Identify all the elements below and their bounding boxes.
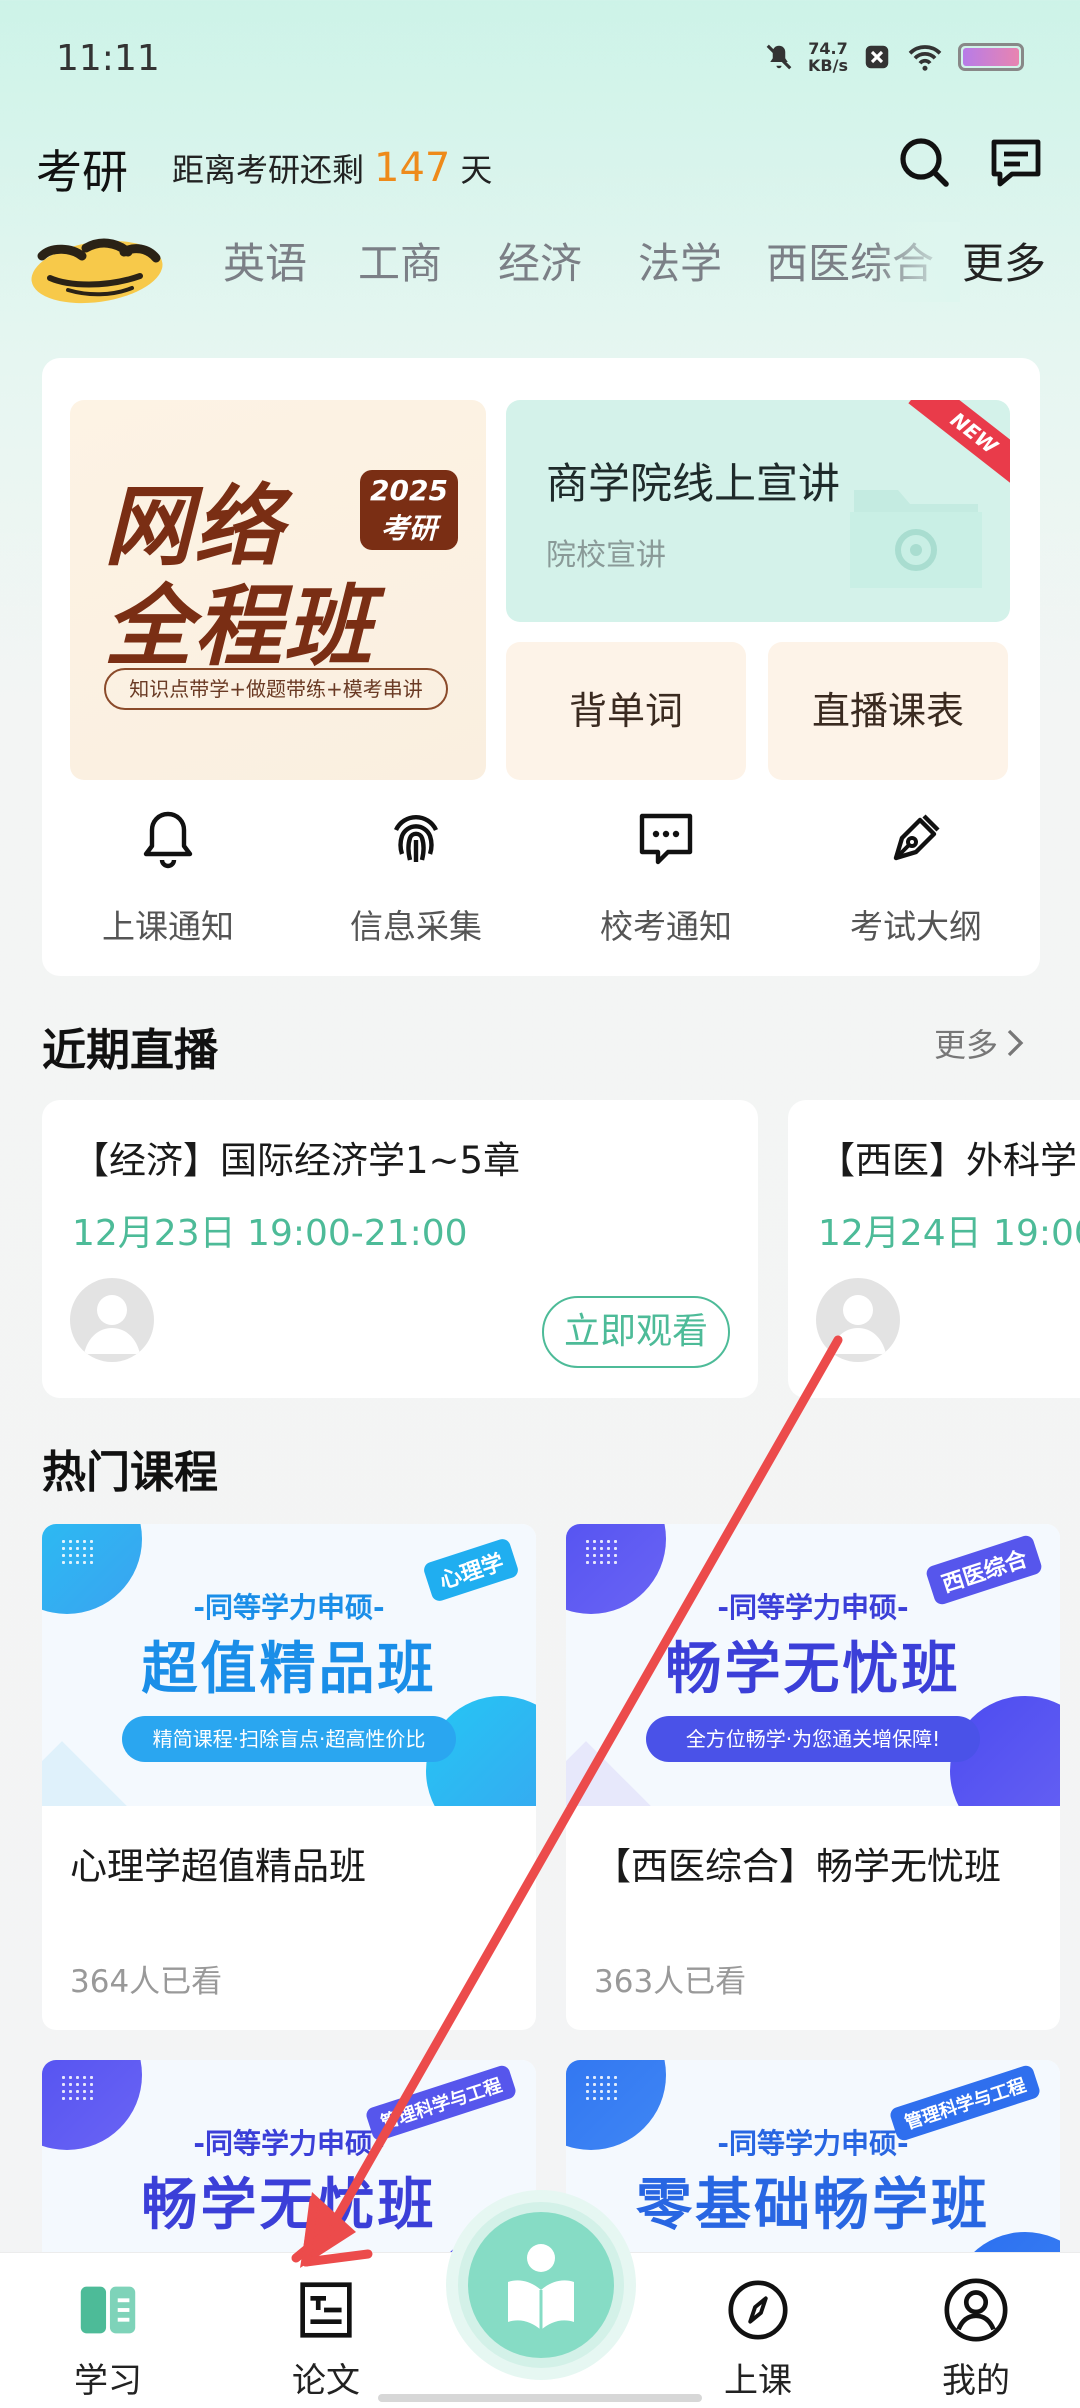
- live-card[interactable]: 【西医】外科学 12月24日 19:00: [788, 1100, 1080, 1398]
- banner-tag: 知识点带学+做题带练+模考串讲: [104, 668, 448, 710]
- tabs-fade: [870, 222, 960, 302]
- status-icons: 74.7 KB/s: [764, 40, 1024, 74]
- exam-countdown: 距离考研还剩 147 天: [172, 145, 493, 191]
- folder-icon: [850, 490, 982, 588]
- more-categories-button[interactable]: 更多: [962, 230, 1046, 291]
- category-tabs: 英语 工商 经济 法学 西医综合: [200, 230, 960, 291]
- battery-icon: [958, 43, 1024, 71]
- shortcut-class-notice[interactable]: 上课通知: [58, 806, 278, 948]
- live-schedule-button[interactable]: 直播课表: [768, 642, 1008, 780]
- live-name: 【西医】外科学: [818, 1139, 1077, 1182]
- home-indicator: [378, 2394, 702, 2402]
- banner-badge: 2025 考研: [360, 470, 458, 550]
- live-name: 【经济】国际经济学1~5章: [72, 1139, 521, 1182]
- banner-line2: 全程班: [104, 575, 375, 678]
- course-thumbnail: -同等学力申硕- 超值精品班 精简课程·扫除盲点·超高性价比 心理学: [42, 1524, 536, 1806]
- hot-courses-title: 热门课程: [42, 1447, 218, 1498]
- compass-icon: [728, 2280, 788, 2340]
- avatar: [816, 1278, 900, 1362]
- profile-icon: [944, 2278, 1008, 2342]
- book-icon: [80, 2286, 136, 2334]
- category-tab-english[interactable]: 英语: [200, 230, 330, 291]
- recent-live-more-link[interactable]: 更多: [934, 1020, 1024, 1066]
- business-school-promo[interactable]: 商学院线上宣讲 院校宣讲 NEW: [506, 400, 1010, 622]
- live-card[interactable]: 【经济】国际经济学1~5章 12月23日 19:00-21:00 立即观看: [42, 1100, 758, 1398]
- shortcut-school-exam-notice[interactable]: 校考通知: [556, 806, 776, 948]
- full-course-banner[interactable]: 网络 全程班 2025 考研 知识点带学+做题带练+模考串讲: [70, 400, 486, 780]
- category-tab-law[interactable]: 法学: [610, 230, 750, 291]
- nav-class[interactable]: 上课: [688, 2275, 828, 2402]
- avatar: [70, 1278, 154, 1362]
- course-name: 心理学超值精品班: [70, 1845, 366, 1888]
- live-time: 12月23日 19:00-21:00: [72, 1213, 468, 1254]
- mute-bell-icon: [766, 44, 792, 70]
- shortcut-exam-syllabus[interactable]: 考试大纲: [806, 806, 1026, 948]
- chevron-right-icon: [1007, 1029, 1024, 1057]
- watch-now-button[interactable]: 立即观看: [542, 1296, 730, 1368]
- search-icon[interactable]: [896, 134, 952, 190]
- app-notification-icon: [865, 45, 889, 69]
- fingerprint-icon: [394, 815, 438, 862]
- course-card[interactable]: -同等学力申硕- 畅学无忧班 全方位畅学·为您通关增保障! 西医综合 【西医综合…: [566, 1524, 1060, 2030]
- pen-nib-icon: [893, 814, 940, 861]
- category-tab-economics[interactable]: 经济: [470, 230, 610, 291]
- bell-icon: [143, 811, 193, 869]
- message-icon[interactable]: [988, 136, 1044, 190]
- net-speed: 74.7 KB/s: [808, 39, 848, 75]
- wifi-icon: [908, 45, 942, 71]
- course-views: 364人已看: [70, 1964, 223, 2000]
- shortcut-info-collection[interactable]: 信息采集: [306, 806, 526, 948]
- category-tab-business[interactable]: 工商: [330, 230, 470, 291]
- reading-person-icon: [508, 2244, 574, 2330]
- course-thumbnail: -同等学力申硕- 畅学无忧班 全方位畅学·为您通关增保障! 西医综合: [566, 1524, 1060, 1806]
- nav-thesis[interactable]: 论文: [256, 2275, 396, 2402]
- center-read-button[interactable]: [468, 2212, 614, 2358]
- course-card[interactable]: -同等学力申硕- 超值精品班 精简课程·扫除盲点·超高性价比 心理学 心理学超值…: [42, 1524, 536, 2030]
- document-icon: [300, 2282, 352, 2338]
- course-name: 【西医综合】畅学无忧班: [594, 1845, 1001, 1888]
- brand-logo: [31, 238, 163, 304]
- promo-subtitle: 院校宣讲: [546, 538, 666, 573]
- nav-study[interactable]: 学习: [38, 2275, 178, 2402]
- live-time: 12月24日 19:00: [818, 1213, 1080, 1254]
- chat-bubble-icon: [639, 813, 693, 865]
- recent-live-title: 近期直播: [42, 1025, 218, 1076]
- promo-title: 商学院线上宣讲: [546, 459, 841, 508]
- page-title[interactable]: 考研: [36, 136, 128, 202]
- course-views: 363人已看: [594, 1964, 747, 2000]
- status-time: 11:11: [56, 38, 160, 79]
- nav-mine[interactable]: 我的: [906, 2275, 1046, 2402]
- vocabulary-button[interactable]: 背单词: [506, 642, 746, 780]
